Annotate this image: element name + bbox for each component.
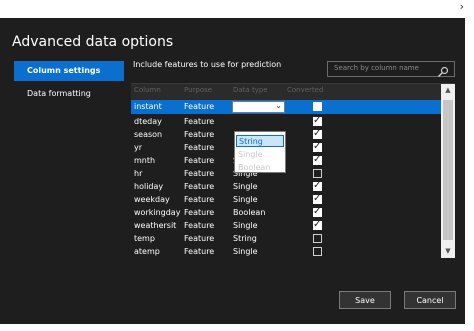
grid-header: Column Purpose Data type Converted <box>131 84 441 100</box>
table-row[interactable]: weathersit Feature Single ✓ <box>131 219 441 232</box>
data-type-select[interactable]: ⌄ <box>232 101 285 113</box>
cell-column: weathersit <box>134 221 177 230</box>
include-features-label: Include features to use for prediction <box>133 60 282 69</box>
window-bottom-strip <box>0 324 474 331</box>
cell-purpose: Feature <box>184 234 215 243</box>
cell-column: season <box>134 130 163 139</box>
converted-checkbox[interactable]: ✓ <box>313 219 322 230</box>
data-type-dropdown-list: String Single Boolean <box>234 131 286 173</box>
dropdown-option-single[interactable]: Single <box>236 149 284 161</box>
converted-checkbox[interactable] <box>313 247 322 256</box>
converted-checkbox[interactable]: ✓ <box>313 141 322 152</box>
table-row[interactable]: dteday Feature ✓ <box>131 115 441 128</box>
cell-data-type[interactable]: Single <box>233 246 258 257</box>
cell-column: holiday <box>134 182 164 191</box>
table-row[interactable]: hr Feature Single <box>131 167 441 180</box>
cell-column: dteday <box>134 117 162 126</box>
cell-column: atemp <box>134 247 160 256</box>
cell-purpose: Feature <box>184 169 215 178</box>
table-row[interactable]: weekday Feature Single ✓ <box>131 193 441 206</box>
converted-checkbox[interactable]: ✓ <box>313 193 322 204</box>
header-purpose[interactable]: Purpose <box>184 86 212 94</box>
converted-checkbox[interactable]: ✓ <box>313 180 322 191</box>
cell-data-type[interactable]: Single <box>233 220 258 231</box>
header-column[interactable]: Column <box>134 86 161 94</box>
converted-checkbox[interactable]: ✓ <box>313 206 322 217</box>
cell-column: mnth <box>134 156 156 165</box>
cell-column: weekday <box>134 195 170 204</box>
cell-column: instant <box>134 102 162 111</box>
cell-purpose: Feature <box>184 182 215 191</box>
nav-data-formatting[interactable]: Data formatting <box>14 84 124 104</box>
cell-purpose: Feature <box>184 221 215 230</box>
cell-column: yr <box>134 143 143 152</box>
search-input[interactable]: Search by column name <box>327 61 455 77</box>
cell-purpose: Feature <box>184 117 215 126</box>
grid-scrollbar[interactable]: ▲ ▼ <box>441 84 455 258</box>
cell-column: hr <box>134 169 143 178</box>
converted-checkbox[interactable] <box>313 234 322 243</box>
advanced-data-options-dialog: Advanced data options Column settings Da… <box>0 18 465 324</box>
scrollbar-thumb[interactable] <box>443 100 453 240</box>
cell-purpose: Feature <box>184 143 215 152</box>
cell-purpose: Feature <box>184 247 215 256</box>
table-row[interactable]: season Feature ✓ <box>131 128 441 141</box>
cell-data-type[interactable]: String <box>233 233 257 244</box>
dropdown-option-string[interactable]: String <box>236 135 284 147</box>
table-row[interactable]: atemp Feature Single <box>131 245 441 258</box>
nav-column-settings[interactable]: Column settings <box>14 61 124 81</box>
converted-checkbox[interactable]: ✓ <box>313 128 322 139</box>
cell-data-type[interactable]: Single <box>233 194 258 205</box>
cancel-button[interactable]: Cancel <box>404 291 456 309</box>
table-row[interactable]: workingday Feature Boolean ✓ <box>131 206 441 219</box>
dialog-title: Advanced data options <box>12 34 174 50</box>
cell-data-type[interactable]: Single <box>233 181 258 192</box>
chevron-down-icon[interactable]: ⌄ <box>275 101 282 110</box>
scroll-down-icon[interactable]: ▼ <box>441 245 455 258</box>
cell-purpose: Feature <box>184 208 215 217</box>
search-placeholder: Search by column name <box>334 64 419 72</box>
table-row[interactable]: holiday Feature Single ✓ <box>131 180 441 193</box>
table-row[interactable]: yr Feature ✓ <box>131 141 441 154</box>
converted-checkbox[interactable] <box>313 169 322 178</box>
cell-purpose: Feature <box>184 156 215 165</box>
window-top-strip: › <box>0 0 474 18</box>
cell-column: workingday <box>134 208 181 217</box>
table-row[interactable]: mnth Feature Single ✓ <box>131 154 441 167</box>
header-converted[interactable]: Converted <box>287 86 323 94</box>
converted-checkbox[interactable] <box>313 102 322 111</box>
save-button[interactable]: Save <box>339 291 391 309</box>
cell-purpose: Feature <box>184 130 215 139</box>
converted-checkbox[interactable]: ✓ <box>313 115 322 126</box>
dropdown-option-boolean[interactable]: Boolean <box>236 162 284 174</box>
cell-purpose: Feature <box>184 102 215 111</box>
chevron-right-icon[interactable]: › <box>460 0 464 14</box>
column-settings-grid: Column Purpose Data type Converted insta… <box>131 83 455 258</box>
table-row[interactable]: instant Feature ⌄ <box>131 100 441 114</box>
cell-purpose: Feature <box>184 195 215 204</box>
converted-checkbox[interactable]: ✓ <box>313 154 322 165</box>
cell-data-type[interactable]: Boolean <box>233 207 265 218</box>
table-row[interactable]: temp Feature String <box>131 232 441 245</box>
header-data-type[interactable]: Data type <box>233 86 268 94</box>
scroll-up-icon[interactable]: ▲ <box>441 84 455 97</box>
search-icon[interactable] <box>437 63 449 77</box>
cell-column: temp <box>134 234 155 243</box>
